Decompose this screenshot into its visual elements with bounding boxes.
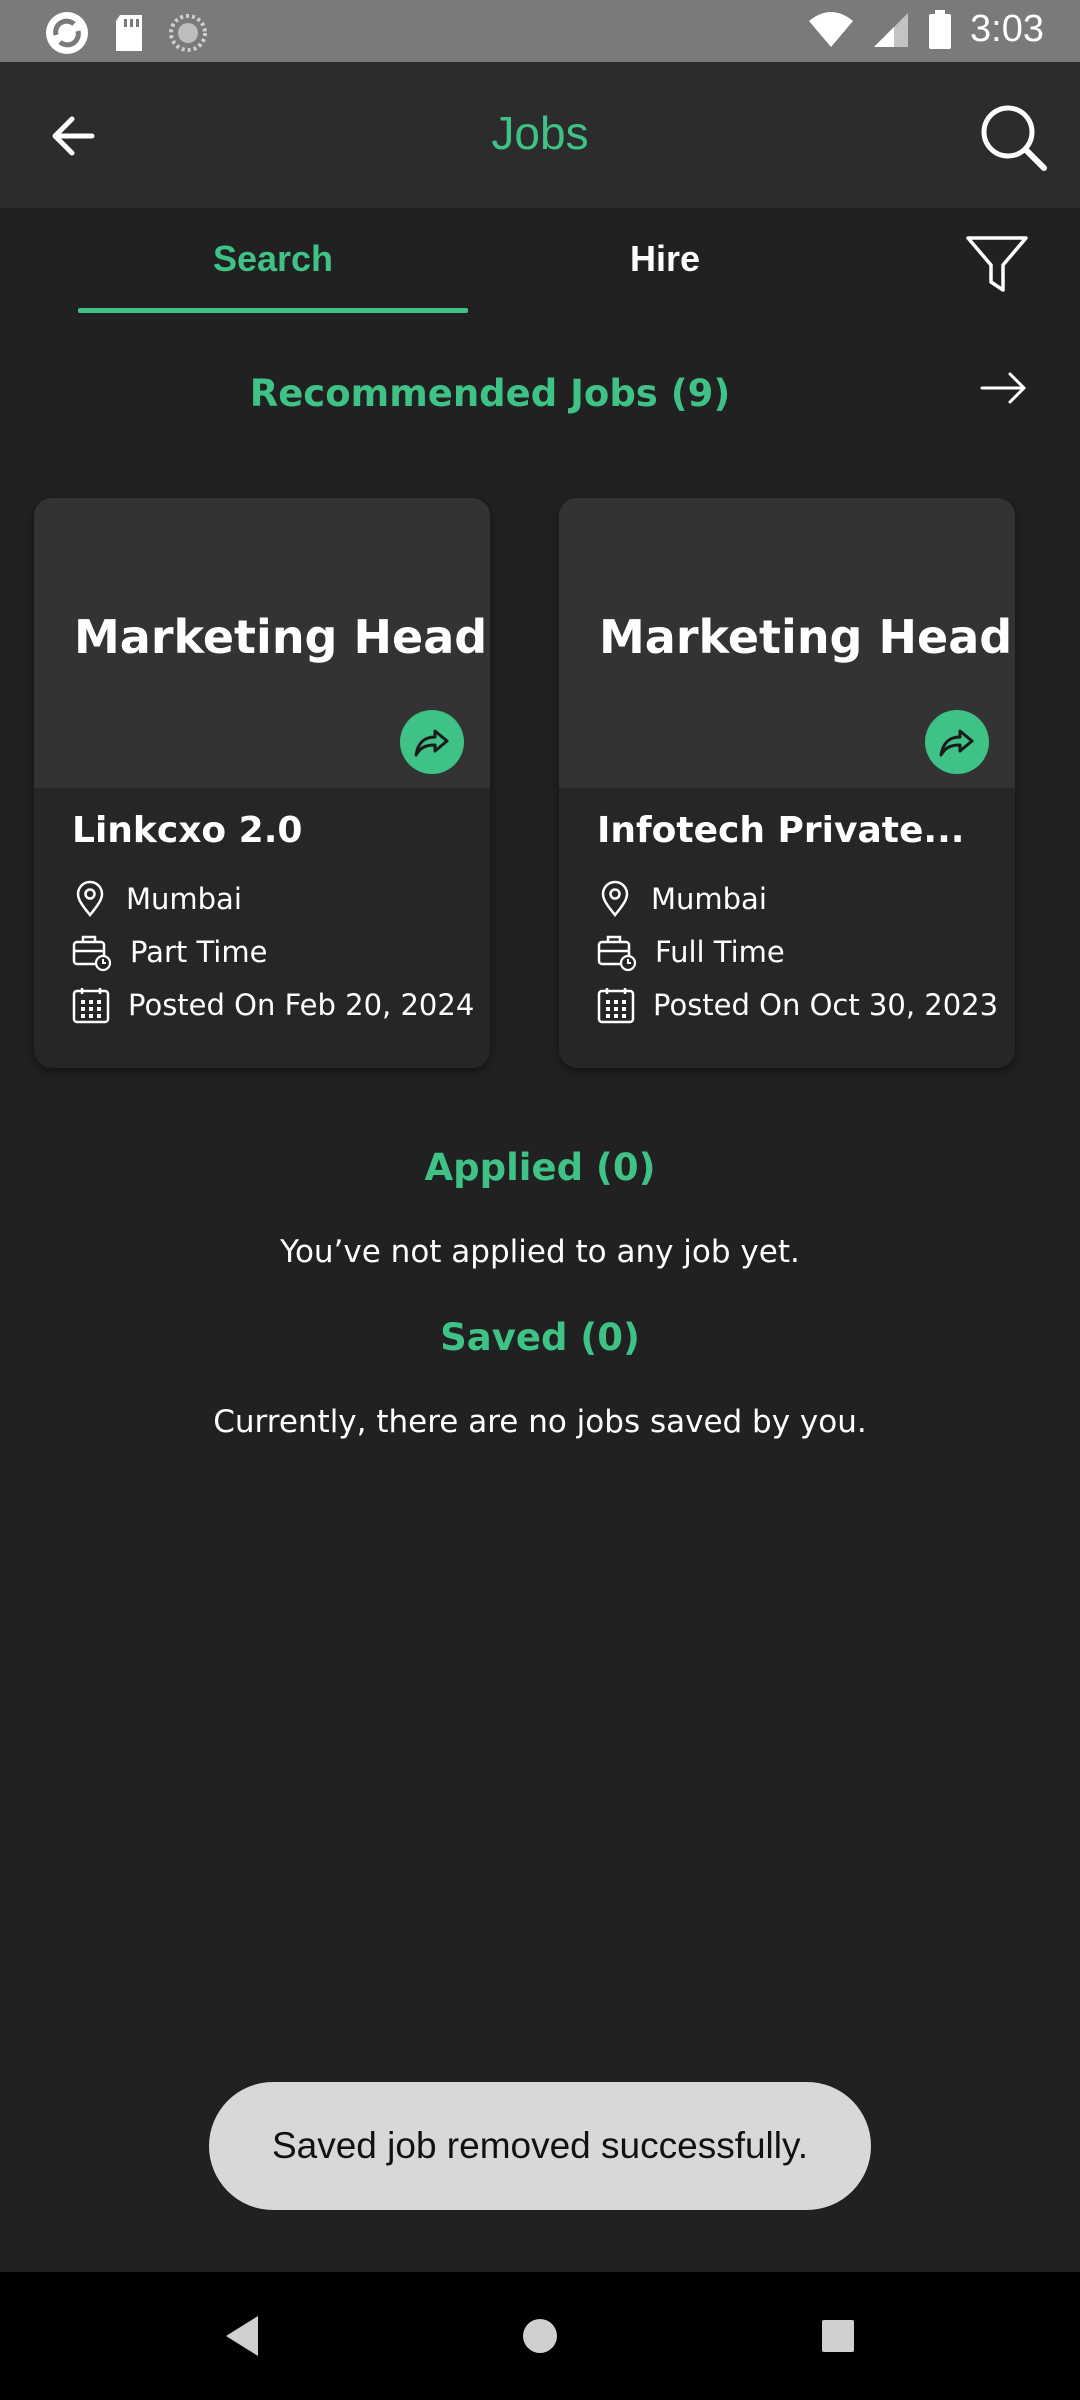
job-card[interactable]: Marketing Head Infotech Private... Mumba…: [559, 498, 1015, 1068]
location-pin-icon: [601, 880, 629, 917]
status-system-icons: 3:03: [808, 8, 1044, 51]
arrow-right-icon[interactable]: [978, 362, 1030, 414]
job-posted-date: Posted On Oct 30, 2023: [597, 986, 998, 1024]
posted-date-text: Posted On Oct 30, 2023: [653, 988, 999, 1022]
search-icon[interactable]: [978, 102, 1048, 172]
filter-icon[interactable]: [964, 232, 1030, 298]
recommended-jobs-heading: Recommended Jobs (9): [249, 372, 731, 415]
job-type-text: Part Time: [130, 935, 268, 969]
status-bar: 3:03: [0, 0, 1080, 62]
job-role: Marketing Head: [74, 610, 488, 664]
posted-date-text: Posted On Feb 20, 2024: [128, 988, 475, 1022]
share-button[interactable]: [400, 710, 464, 774]
signal-icon: [874, 12, 909, 47]
saved-heading: Saved (0): [440, 1316, 640, 1359]
app-notification-icon: [46, 12, 88, 54]
job-location: Mumbai: [597, 880, 767, 918]
tab-search[interactable]: Search: [78, 238, 468, 280]
company-name: Infotech Private...: [597, 810, 965, 851]
saved-empty-message: Currently, there are no jobs saved by yo…: [213, 1404, 867, 1440]
location-text: Mumbai: [651, 882, 767, 916]
loading-icon: [169, 14, 207, 52]
status-time: 3:03: [970, 8, 1044, 50]
page-title: Jobs: [491, 107, 589, 159]
job-card[interactable]: Marketing Head Linkcxo 2.0 Mumbai Part T…: [34, 498, 490, 1068]
calendar-icon: [597, 988, 635, 1024]
job-type: Part Time: [72, 932, 267, 972]
share-icon: [414, 729, 449, 757]
briefcase-clock-icon: [597, 935, 637, 972]
job-posted-date: Posted On Feb 20, 2024: [72, 986, 474, 1024]
battery-icon: [929, 9, 952, 49]
location-pin-icon: [76, 880, 104, 917]
applied-heading: Applied (0): [424, 1146, 656, 1189]
sd-card-icon: [116, 15, 142, 51]
briefcase-clock-icon: [72, 935, 112, 972]
company-name: Linkcxo 2.0: [72, 810, 303, 851]
app-bar: Jobs: [0, 62, 1080, 208]
tab-hire[interactable]: Hire: [470, 238, 860, 280]
active-tab-indicator: [78, 308, 468, 313]
share-button[interactable]: [925, 710, 989, 774]
location-text: Mumbai: [126, 882, 242, 916]
applied-empty-message: You’ve not applied to any job yet.: [280, 1234, 800, 1270]
job-location: Mumbai: [72, 880, 242, 918]
job-type: Full Time: [597, 932, 785, 972]
status-notification-icons: [44, 10, 208, 56]
toast-message: Saved job removed successfully.: [209, 2082, 871, 2210]
system-navigation-bar: [0, 2272, 1080, 2400]
job-role: Marketing Head: [599, 610, 1013, 664]
nav-recents-icon[interactable]: [820, 2312, 856, 2360]
nav-back-icon[interactable]: [222, 2312, 266, 2360]
share-icon: [939, 729, 974, 757]
nav-home-icon[interactable]: [520, 2312, 560, 2360]
wifi-icon: [809, 11, 854, 47]
calendar-icon: [72, 988, 110, 1024]
tab-bar: Search Hire: [0, 208, 1080, 318]
job-type-text: Full Time: [655, 935, 785, 969]
